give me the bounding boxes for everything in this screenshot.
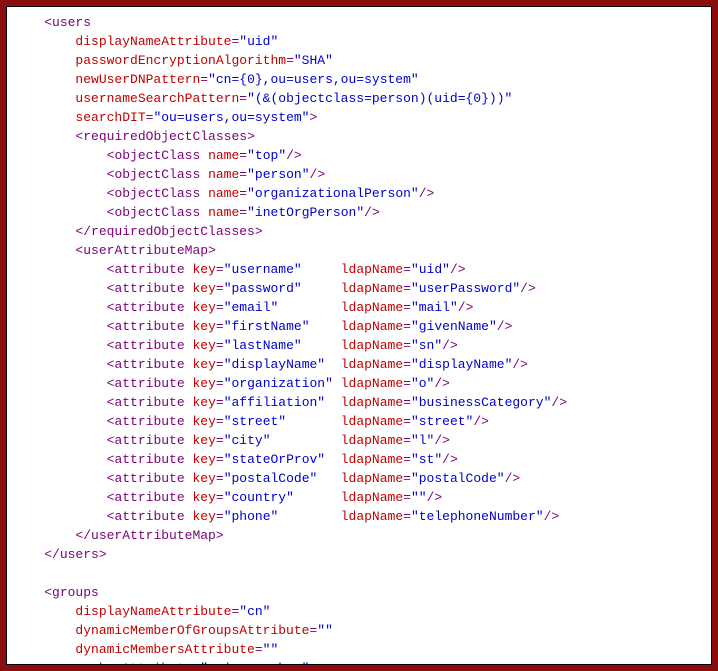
xml-code-block: <users displayNameAttribute="uid" passwo… [13,13,705,665]
code-panel: <users displayNameAttribute="uid" passwo… [6,6,712,665]
code-frame: <users displayNameAttribute="uid" passwo… [0,0,718,671]
